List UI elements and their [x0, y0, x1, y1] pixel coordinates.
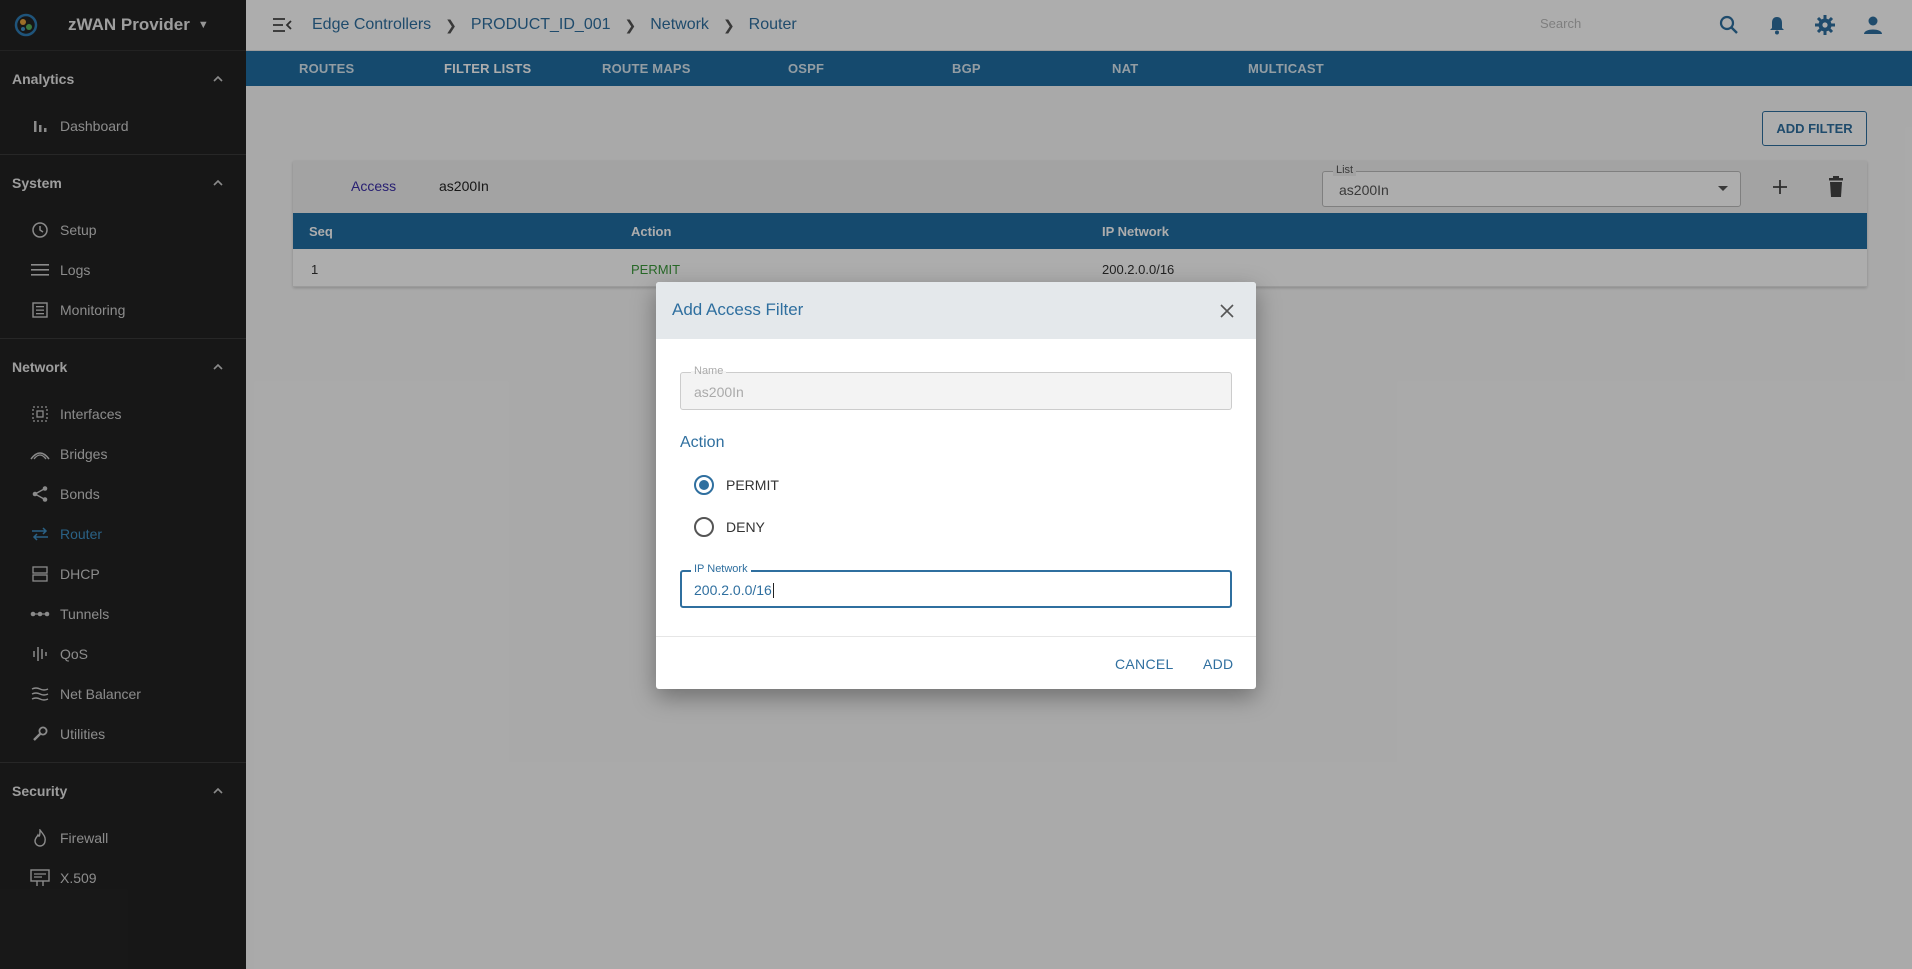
radio-deny[interactable]: DENY — [694, 517, 765, 537]
dialog-divider — [656, 636, 1256, 637]
radio-unchecked-icon[interactable] — [694, 517, 714, 537]
radio-checked-icon[interactable] — [694, 475, 714, 495]
radio-label: PERMIT — [726, 477, 779, 493]
add-access-filter-dialog: Add Access Filter Name as200In Action PE… — [656, 282, 1256, 689]
text-cursor — [772, 583, 774, 598]
ip-network-value: 200.2.0.0/16 — [694, 582, 774, 598]
name-field: Name as200In — [680, 365, 1232, 410]
cancel-button[interactable]: CANCEL — [1115, 656, 1174, 672]
dialog-title: Add Access Filter — [672, 300, 804, 319]
close-icon[interactable] — [1220, 304, 1234, 318]
name-field-value: as200In — [694, 384, 744, 400]
add-button[interactable]: ADD — [1203, 656, 1233, 672]
ip-network-field[interactable]: IP Network 200.2.0.0/16 — [680, 563, 1232, 608]
name-field-label: Name — [691, 365, 727, 377]
radio-label: DENY — [726, 519, 765, 535]
dialog-header: Add Access Filter — [656, 282, 1256, 339]
action-heading: Action — [680, 434, 725, 451]
ip-network-label: IP Network — [691, 563, 751, 575]
ip-network-text: 200.2.0.0/16 — [694, 582, 772, 598]
radio-permit[interactable]: PERMIT — [694, 475, 779, 495]
